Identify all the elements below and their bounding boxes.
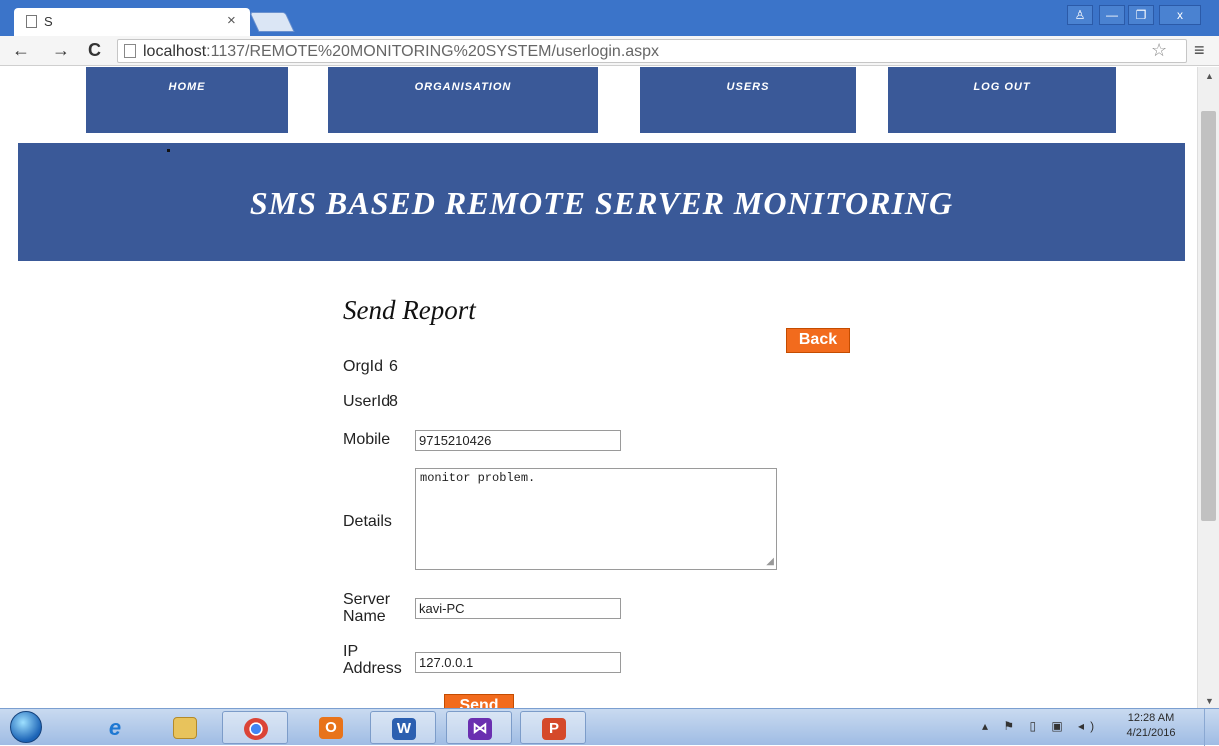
banner-dot xyxy=(167,149,170,152)
browser-titlebar: S × ♙ — ❐ x xyxy=(0,0,1219,36)
ip-address-label: IP Address xyxy=(343,643,402,677)
user-icon[interactable]: ♙ xyxy=(1067,5,1093,25)
url-text: localhost:1137/REMOTE%20MONITORING%20SYS… xyxy=(143,43,659,61)
powerpoint-icon: P xyxy=(542,718,566,740)
page-title: Send Report xyxy=(343,295,476,325)
back-arrow-icon[interactable]: ← xyxy=(12,40,30,61)
nav-logout[interactable]: LOG OUT xyxy=(888,67,1116,133)
banner-title: SMS BASED REMOTE SERVER MONITORING xyxy=(249,185,954,221)
details-label: Details xyxy=(343,513,392,530)
taskbar-file-explorer[interactable] xyxy=(152,711,218,744)
minimize-button[interactable]: — xyxy=(1099,5,1125,25)
windows-taskbar: e O W ⋈ P ▴ ⚑ ▯ ▣ ◂) 12:28 AM 4/21/2016 xyxy=(0,708,1219,746)
ip-label-line1: IP xyxy=(343,643,359,660)
address-bar[interactable]: localhost:1137/REMOTE%20MONITORING%20SYS… xyxy=(117,39,1187,63)
browser-toolbar: ← → C localhost:1137/REMOTE%20MONITORING… xyxy=(0,36,1219,66)
reload-icon[interactable]: C xyxy=(88,40,101,61)
bookmark-star-icon[interactable]: ☆ xyxy=(1151,40,1167,61)
restore-button[interactable]: ❐ xyxy=(1128,5,1154,25)
resize-grip-icon[interactable]: ◢ xyxy=(766,556,774,568)
nav-home[interactable]: HOME xyxy=(86,67,288,133)
taskbar-outlook[interactable]: O xyxy=(298,711,364,744)
page-icon xyxy=(26,15,37,28)
site-banner: SMS BASED REMOTE SERVER MONITORING xyxy=(18,143,1185,261)
orgid-label: OrgId xyxy=(343,358,384,375)
folder-icon xyxy=(173,717,197,739)
outlook-icon: O xyxy=(319,717,343,739)
userid-value: 8 xyxy=(389,393,398,410)
url-path: :1137/REMOTE%20MONITORING%20SYSTEM/userl… xyxy=(206,43,660,60)
system-tray[interactable]: ▴ ⚑ ▯ ▣ ◂) xyxy=(982,719,1100,733)
nav-organisation[interactable]: ORGANISATION xyxy=(328,67,598,133)
details-textarea[interactable]: monitor problem. ◢ xyxy=(415,468,777,570)
start-button-icon[interactable] xyxy=(10,711,42,743)
details-text: monitor problem. xyxy=(420,471,536,485)
ip-label-line2: Address xyxy=(343,660,402,677)
taskbar-clock[interactable]: 12:28 AM 4/21/2016 xyxy=(1120,711,1182,741)
taskbar-powerpoint[interactable]: P xyxy=(520,711,586,744)
scroll-down-arrow-icon[interactable]: ▼ xyxy=(1205,696,1214,706)
clock-time: 12:28 AM xyxy=(1127,712,1175,724)
word-icon: W xyxy=(392,718,416,740)
menu-icon[interactable]: ≡ xyxy=(1194,40,1205,61)
close-window-button[interactable]: x xyxy=(1159,5,1201,25)
taskbar-internet-explorer[interactable]: e xyxy=(82,711,148,744)
send-button[interactable]: Send xyxy=(444,694,514,708)
close-icon[interactable]: × xyxy=(227,12,236,29)
tab-title: S xyxy=(44,14,53,29)
server-name-field[interactable]: kavi-PC xyxy=(415,598,621,619)
nav-users[interactable]: USERS xyxy=(640,67,856,133)
forward-arrow-icon[interactable]: → xyxy=(52,40,70,61)
ip-address-field[interactable]: 127.0.0.1 xyxy=(415,652,621,673)
orgid-value: 6 xyxy=(389,358,398,375)
taskbar-chrome[interactable] xyxy=(222,711,288,744)
userid-label: UserId xyxy=(343,393,391,410)
page-icon xyxy=(124,44,136,58)
scroll-up-arrow-icon[interactable]: ▲ xyxy=(1205,71,1214,81)
scroll-thumb[interactable] xyxy=(1201,111,1216,521)
mobile-label: Mobile xyxy=(343,431,391,448)
back-button[interactable]: Back xyxy=(786,328,850,353)
internet-explorer-icon: e xyxy=(108,715,122,740)
new-tab-button[interactable] xyxy=(249,12,295,32)
mobile-field[interactable]: 9715210426 xyxy=(415,430,621,451)
taskbar-visual-studio[interactable]: ⋈ xyxy=(446,711,512,744)
visual-studio-icon: ⋈ xyxy=(468,718,492,740)
show-desktop-button[interactable] xyxy=(1204,709,1219,746)
url-host: localhost xyxy=(143,43,207,60)
clock-date: 4/21/2016 xyxy=(1126,727,1176,739)
taskbar-word[interactable]: W xyxy=(370,711,436,744)
vertical-scrollbar[interactable]: ▲ ▼ xyxy=(1197,67,1219,708)
server-label-line2: Name xyxy=(343,608,386,625)
page-viewport: HOME ORGANISATION USERS LOG OUT SMS BASE… xyxy=(0,67,1197,708)
server-name-label: Server Name xyxy=(343,591,390,625)
browser-tab[interactable]: S × xyxy=(14,8,250,36)
server-label-line1: Server xyxy=(343,591,391,608)
chrome-icon xyxy=(244,718,268,740)
